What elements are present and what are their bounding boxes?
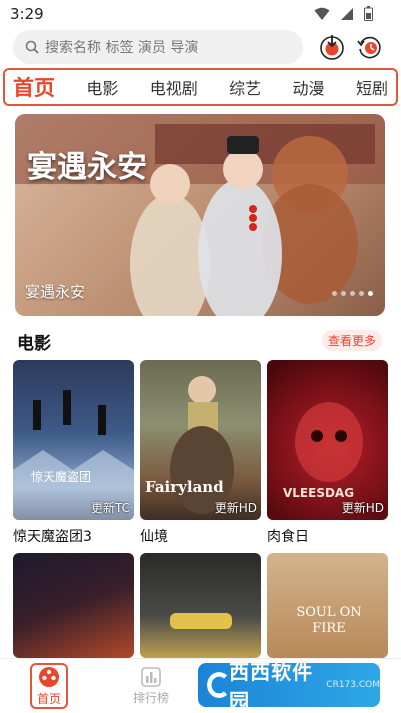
poster-art xyxy=(170,613,232,629)
update-badge: 更新HD xyxy=(341,501,384,515)
pagination-dot xyxy=(359,291,364,296)
watermark-subtext: CR173.COM xyxy=(326,680,380,690)
nav-ranking[interactable]: 排行榜 xyxy=(128,667,174,706)
movie-card[interactable]: 惊天魔盗团 更新TC xyxy=(13,360,134,520)
tab-anime[interactable]: 动漫 xyxy=(293,75,325,99)
movie-card[interactable]: Fairyland 更新HD xyxy=(140,360,261,520)
tab-short-drama[interactable]: 短剧 xyxy=(356,75,388,99)
pagination-dot xyxy=(332,291,337,296)
category-tabs: 首页 电影 电视剧 综艺 动漫 短剧 xyxy=(3,68,398,106)
search-row: 搜索名称 标签 演员 导演 xyxy=(0,30,401,66)
movie-title[interactable]: 惊天魔盗团3 xyxy=(13,526,92,546)
tab-variety[interactable]: 综艺 xyxy=(229,75,261,99)
banner-title: 宴遇永安 xyxy=(25,283,86,301)
tab-movie[interactable]: 电影 xyxy=(86,75,118,99)
movie-card[interactable] xyxy=(140,553,261,658)
poster-art xyxy=(13,390,134,520)
pagination-dot-active xyxy=(368,291,373,296)
poster-text: SOUL ON FIRE xyxy=(296,605,362,636)
search-placeholder: 搜索名称 标签 演员 导演 xyxy=(45,40,199,56)
view-more-button[interactable]: 查看更多 xyxy=(322,330,383,351)
poster-text: 惊天魔盗团 xyxy=(31,470,92,484)
watermark-logo-icon xyxy=(207,672,228,698)
status-time: 3:29 xyxy=(10,5,44,23)
nav-home-label: 首页 xyxy=(36,691,61,706)
download-icon[interactable] xyxy=(318,33,346,61)
ranking-icon xyxy=(141,667,161,687)
tab-home[interactable]: 首页 xyxy=(13,72,55,102)
featured-banner[interactable]: 宴遇永安 宴遇永安 xyxy=(15,114,385,316)
movie-title[interactable]: 仙境 xyxy=(140,526,168,546)
wifi-icon xyxy=(314,7,330,20)
nav-ranking-label: 排行榜 xyxy=(132,691,169,705)
battery-icon xyxy=(364,6,373,21)
poster-text: Fairyland xyxy=(145,478,224,496)
section-title-movie: 电影 xyxy=(17,334,51,354)
watermark-logo: 西西软件园 CR173.COM xyxy=(198,660,380,713)
bottom-navigation: 首页 排行榜 西西软件园 CR173.COM xyxy=(0,658,401,713)
pagination-dot xyxy=(341,291,346,296)
pagination-dot xyxy=(350,291,355,296)
movie-card[interactable]: SOUL ON FIRE xyxy=(267,553,388,658)
history-icon[interactable] xyxy=(356,33,384,61)
update-badge: 更新HD xyxy=(214,501,257,515)
banner-art-title: 宴遇永安 xyxy=(27,150,147,185)
poster-text: VLEESDAG xyxy=(283,486,355,500)
movie-card[interactable]: VLEESDAG 更新HD xyxy=(267,360,388,520)
movie-card[interactable] xyxy=(13,553,134,658)
poster-art xyxy=(170,376,234,514)
home-reel-icon xyxy=(39,666,59,687)
signal-icon xyxy=(341,7,353,20)
update-badge: 更新TC xyxy=(90,501,130,515)
movie-title[interactable]: 肉食日 xyxy=(267,526,309,546)
status-bar: 3:29 xyxy=(0,0,401,28)
nav-home[interactable]: 首页 xyxy=(30,663,68,709)
search-icon xyxy=(25,40,39,54)
tab-tv-series[interactable]: 电视剧 xyxy=(150,75,198,99)
banner-pagination xyxy=(332,291,373,296)
search-input[interactable]: 搜索名称 标签 演员 导演 xyxy=(13,30,303,64)
watermark-text: 西西软件园 xyxy=(229,660,314,713)
status-icons xyxy=(314,6,373,21)
